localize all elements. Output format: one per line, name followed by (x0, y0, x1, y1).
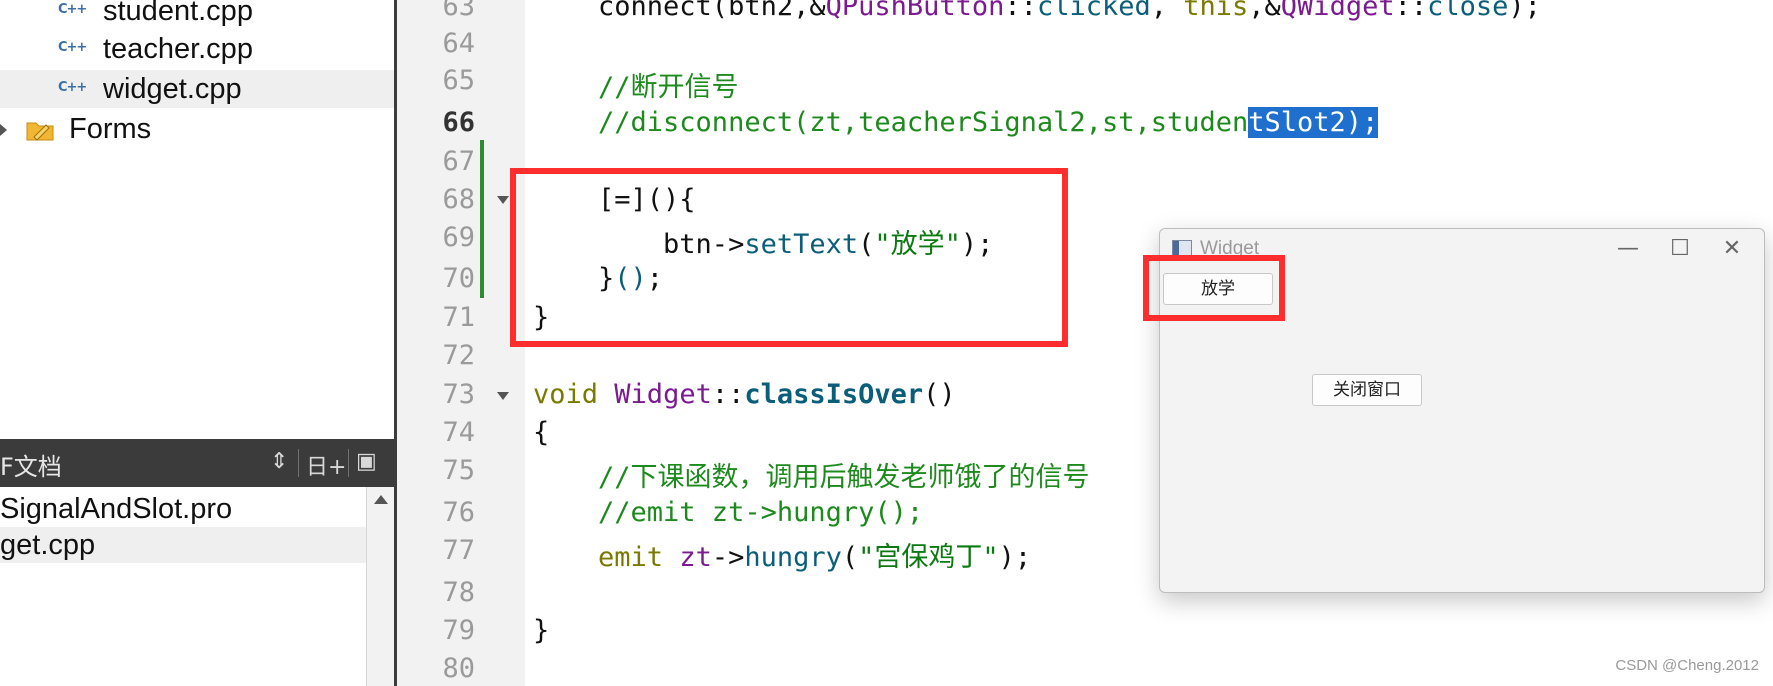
line-number: 80 (442, 653, 475, 684)
tree-item-label: teacher.cpp (103, 33, 253, 65)
open-documents-list: SignalAndSlot.pro get.cpp (0, 487, 366, 686)
highlight-box-lambda (510, 168, 1068, 347)
cpp-file-icon: C++ (54, 76, 88, 104)
tree-item-teacher-cpp[interactable]: C++ teacher.cpp (0, 30, 394, 68)
code-token: connect(btn2,& (533, 0, 826, 22)
line-number: 63 (442, 0, 475, 22)
line-number: 64 (442, 28, 475, 59)
cpp-file-icon: C++ (54, 0, 88, 26)
code-token: Widget (614, 379, 712, 410)
code-line-79: } (533, 615, 550, 646)
close-icon[interactable]: ✕ (1712, 235, 1752, 263)
code-token: -> (711, 542, 745, 573)
project-tree: C++ student.cpp C++ teacher.cpp C++ widg… (0, 0, 394, 438)
code-token: () (923, 379, 956, 410)
line-number: 77 (442, 535, 475, 566)
code-token: classIsOver (744, 379, 924, 410)
open-documents-title: F文档 (0, 453, 62, 481)
code-token: zt (679, 542, 712, 573)
line-number: 76 (442, 497, 475, 528)
code-token: :: (711, 379, 745, 410)
code-line-77: emit zt->hungry("宫保鸡丁"); (533, 535, 1031, 574)
sort-icon[interactable]: ⇕ (270, 449, 288, 474)
line-number: 72 (442, 340, 475, 371)
line-number: 71 (442, 302, 475, 333)
code-line-76: //emit zt->hungry(); (533, 497, 924, 528)
open-documents-header: F文档 ⇕ 日+ ▣ (0, 439, 394, 487)
code-line-73: void Widget::classIsOver() (533, 379, 956, 410)
code-token: ); (1508, 0, 1541, 22)
code-token: "宫保鸡丁" (858, 542, 999, 573)
code-token: QPushButton (825, 0, 1005, 22)
code-token: ,& (1248, 0, 1281, 22)
panel-menu-icon[interactable]: ▣ (356, 449, 377, 474)
tree-item-widget-cpp[interactable]: C++ widget.cpp (0, 70, 394, 108)
line-number-gutter: 63 64 65 66 67 68 69 70 71 72 73 74 75 7… (397, 0, 525, 686)
code-token: emit (533, 542, 680, 573)
code-token: :: (1394, 0, 1428, 22)
code-line-75: //下课函数，调用后触发老师饿了的信号 (533, 462, 1090, 493)
code-line-65: //断开信号 (533, 72, 739, 103)
close-window-button[interactable]: 关闭窗口 (1312, 374, 1422, 406)
code-line-66: //disconnect(zt,teacherSignal2,st,studen… (533, 107, 1379, 138)
tree-item-label: Forms (69, 113, 152, 145)
current-line-number: 66 (442, 107, 475, 138)
code-token: //disconnect(zt,teacherSignal2,st,studen (533, 107, 1249, 138)
line-number: 79 (442, 615, 475, 646)
highlight-box-button (1143, 255, 1285, 321)
code-token: ); (998, 542, 1032, 573)
code-token: close (1427, 0, 1509, 22)
line-number: 68 (442, 184, 475, 215)
minimize-icon[interactable]: — (1608, 235, 1648, 263)
scroll-up-icon[interactable] (374, 495, 388, 504)
line-number: 73 (442, 379, 475, 410)
code-line-74: { (533, 417, 550, 448)
folder-icon (26, 122, 54, 141)
code-token: hungry (744, 542, 842, 573)
code-token: QWidget (1280, 0, 1395, 22)
document-item-widget-cpp[interactable]: get.cpp (0, 527, 366, 563)
code-token: clicked (1036, 0, 1151, 22)
tree-item-forms[interactable]: Forms (0, 110, 394, 148)
line-number: 69 (442, 222, 475, 253)
tree-item-label: student.cpp (103, 0, 253, 27)
document-item-pro[interactable]: SignalAndSlot.pro (0, 491, 366, 527)
code-token: :: (1004, 0, 1037, 22)
header-divider (348, 449, 349, 477)
code-token: void (533, 379, 599, 410)
expand-arrow-icon[interactable] (0, 124, 7, 136)
documents-scrollbar[interactable] (366, 487, 395, 686)
modified-lines-marker (480, 140, 484, 298)
maximize-icon[interactable]: ☐ (1660, 235, 1700, 263)
split-icon[interactable]: 日+ (306, 449, 346, 481)
line-number: 70 (442, 263, 475, 294)
line-number: 75 (442, 455, 475, 486)
fold-arrow-icon[interactable] (497, 392, 509, 400)
line-number: 78 (442, 577, 475, 608)
code-token: this (1183, 0, 1249, 22)
code-token: ( (841, 542, 859, 573)
tree-item-label: widget.cpp (103, 73, 242, 105)
code-token: , (1150, 0, 1184, 22)
line-number: 67 (442, 146, 475, 177)
tree-item-student-cpp[interactable]: C++ student.cpp (0, 0, 394, 30)
code-line-63: connect(btn2,&QPushButton::clicked, this… (533, 0, 1541, 22)
text-selection: tSlot2); (1248, 107, 1379, 138)
fold-arrow-icon[interactable] (497, 196, 509, 204)
line-number: 74 (442, 417, 475, 448)
line-number: 65 (442, 65, 475, 96)
header-divider (298, 449, 299, 477)
watermark: CSDN @Cheng.2012 (1615, 657, 1759, 674)
cpp-file-icon: C++ (54, 36, 88, 64)
